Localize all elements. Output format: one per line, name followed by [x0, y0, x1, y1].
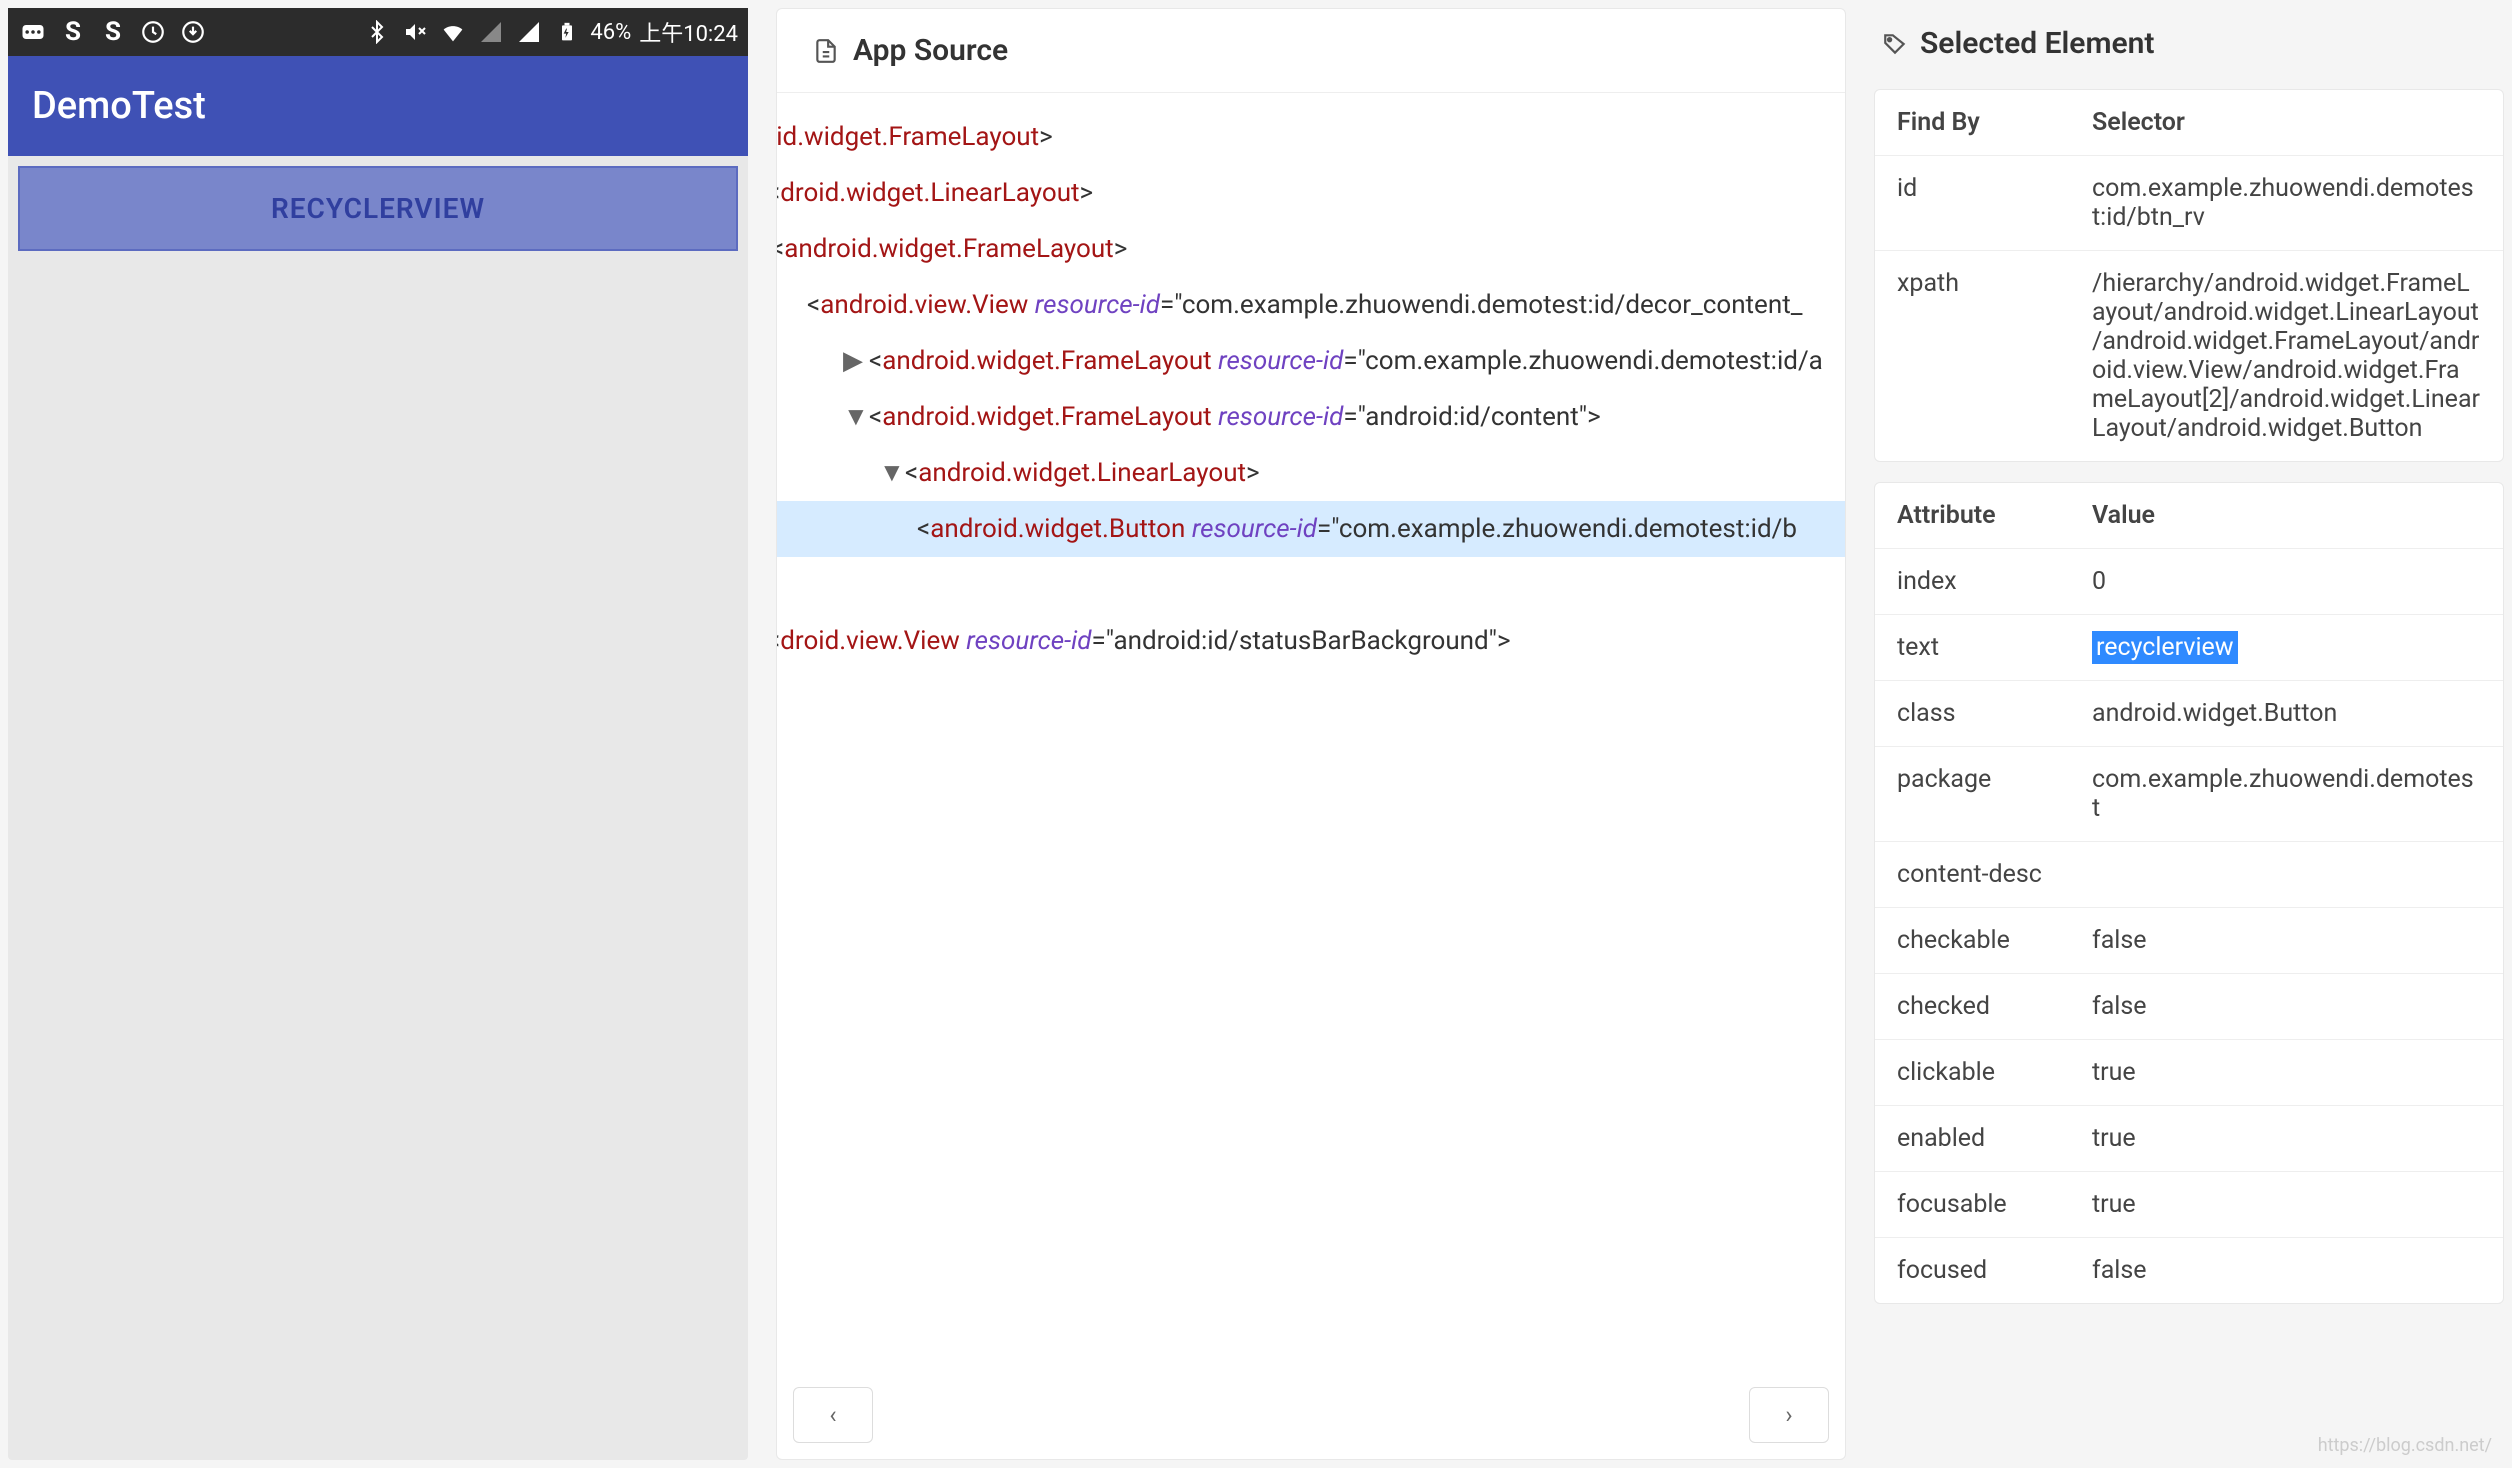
cell-val: false [2070, 1238, 2503, 1303]
signal-icon-1 [476, 17, 506, 47]
table-row[interactable]: focusedfalse [1875, 1238, 2503, 1303]
cell-key: checked [1875, 974, 2070, 1039]
tree-node[interactable]: ▼<android.widget.FrameLayout resource-id… [777, 389, 1845, 445]
tree-expand-icon[interactable]: ▼ [843, 391, 863, 443]
app-source-panel: App Source <id.widget.FrameLayout><droid… [776, 8, 1846, 1460]
clock-icon [138, 17, 168, 47]
table-row[interactable]: textrecyclerview [1875, 615, 2503, 681]
selected-element-panel: Selected Element Find By Selector idcom.… [1874, 8, 2504, 1460]
attribute-table: Attribute Value index0textrecyclerviewcl… [1874, 482, 2504, 1304]
cell-val: com.example.zhuowendi.demotest:id/btn_rv [2070, 156, 2503, 250]
tree-node[interactable]: <android.widget.FrameLayout> [777, 221, 1845, 277]
cell-key: text [1875, 615, 2070, 680]
table-row[interactable]: idcom.example.zhuowendi.demotest:id/btn_… [1875, 156, 2503, 251]
cell-val [2070, 842, 2503, 907]
attr-header-val: Value [2070, 483, 2503, 548]
table-row[interactable]: packagecom.example.zhuowendi.demotest [1875, 747, 2503, 842]
cell-key: id [1875, 156, 2070, 250]
cell-val: true [2070, 1040, 2503, 1105]
tree-node[interactable]: ▶<android.widget.FrameLayout resource-id… [777, 333, 1845, 389]
cell-val: android.widget.Button [2070, 681, 2503, 746]
cell-val: com.example.zhuowendi.demotest [2070, 747, 2503, 841]
cell-key: enabled [1875, 1106, 2070, 1171]
cell-key: focusable [1875, 1172, 2070, 1237]
table-row[interactable]: checkedfalse [1875, 974, 2503, 1040]
battery-percent: 46% [590, 20, 631, 45]
cell-val: recyclerview [2070, 615, 2503, 680]
cell-val: true [2070, 1172, 2503, 1237]
findby-header-key: Find By [1875, 90, 2070, 155]
cell-val: /hierarchy/android.widget.FrameLayout/an… [2070, 251, 2503, 461]
tree-node[interactable]: <android.view.View resource-id="com.exam… [777, 277, 1845, 333]
cell-key: class [1875, 681, 2070, 746]
signal-icon-2 [514, 17, 544, 47]
cell-key: index [1875, 549, 2070, 614]
document-icon [813, 38, 839, 64]
cell-key: content-desc [1875, 842, 2070, 907]
findby-header-val: Selector [2070, 90, 2503, 155]
app-source-title: App Source [853, 33, 1008, 68]
table-row[interactable]: focusabletrue [1875, 1172, 2503, 1238]
cell-key: clickable [1875, 1040, 2070, 1105]
tree-node[interactable]: <id.widget.FrameLayout> [777, 109, 1845, 165]
table-row[interactable]: enabledtrue [1875, 1106, 2503, 1172]
bluetooth-icon [362, 17, 392, 47]
attr-header-key: Attribute [1875, 483, 2070, 548]
tree-expand-icon[interactable]: ▶ [843, 335, 863, 387]
app-source-header: App Source [777, 9, 1845, 93]
notification-icon [18, 17, 48, 47]
s-icon-1: S [58, 17, 88, 47]
app-title: DemoTest [32, 84, 206, 128]
phone-status-bar: S S [8, 8, 748, 56]
table-header: Find By Selector [1875, 90, 2503, 156]
tree-node[interactable]: <android.widget.Button resource-id="com.… [777, 501, 1845, 557]
tree-expand-icon[interactable]: ▼ [879, 447, 899, 499]
cell-val: true [2070, 1106, 2503, 1171]
wifi-icon [438, 17, 468, 47]
next-button[interactable]: › [1749, 1387, 1829, 1443]
cell-val: false [2070, 974, 2503, 1039]
table-header: Attribute Value [1875, 483, 2503, 549]
selected-element-title: Selected Element [1920, 26, 2155, 61]
prev-button[interactable]: ‹ [793, 1387, 873, 1443]
download-icon [178, 17, 208, 47]
table-row[interactable]: clickabletrue [1875, 1040, 2503, 1106]
tree-node[interactable] [777, 557, 1845, 613]
cell-key: package [1875, 747, 2070, 841]
tree-node[interactable]: <droid.widget.LinearLayout> [777, 165, 1845, 221]
table-row[interactable]: classandroid.widget.Button [1875, 681, 2503, 747]
app-title-bar: DemoTest [8, 56, 748, 156]
s-icon-2: S [98, 17, 128, 47]
cell-key: focused [1875, 1238, 2070, 1303]
cell-val: false [2070, 908, 2503, 973]
xml-tree[interactable]: <id.widget.FrameLayout><droid.widget.Lin… [777, 93, 1845, 1371]
cell-key: xpath [1875, 251, 2070, 461]
mute-icon [400, 17, 430, 47]
table-row[interactable]: checkablefalse [1875, 908, 2503, 974]
table-row[interactable]: xpath/hierarchy/android.widget.FrameLayo… [1875, 251, 2503, 461]
watermark: https://blog.csdn.net/ [2318, 1435, 2492, 1456]
selected-element-header: Selected Element [1874, 8, 2504, 69]
tree-node[interactable]: <droid.view.View resource-id="android:id… [777, 613, 1845, 669]
findby-table: Find By Selector idcom.example.zhuowendi… [1874, 89, 2504, 462]
recyclerview-button[interactable]: RECYCLERVIEW [18, 166, 738, 251]
status-time: 上午10:24 [639, 16, 738, 48]
battery-icon [552, 17, 582, 47]
phone-screenshot: S S [8, 8, 748, 1460]
table-row[interactable]: content-desc [1875, 842, 2503, 908]
cell-val: 0 [2070, 549, 2503, 614]
tag-icon [1882, 31, 1908, 57]
cell-key: checkable [1875, 908, 2070, 973]
table-row[interactable]: index0 [1875, 549, 2503, 615]
tree-node[interactable]: ▼<android.widget.LinearLayout> [777, 445, 1845, 501]
